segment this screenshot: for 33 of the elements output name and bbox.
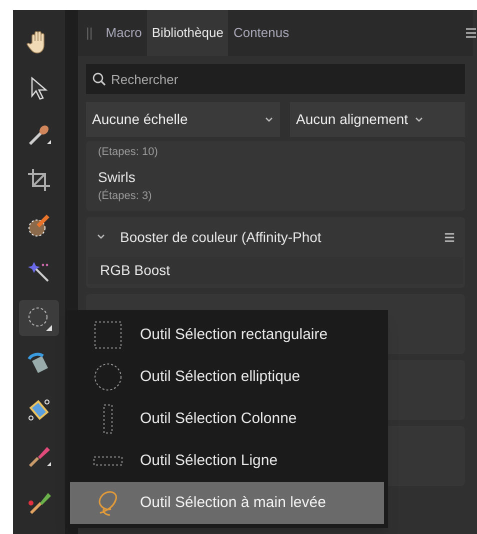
- menu-icon[interactable]: [465, 27, 477, 39]
- gradient-icon: [26, 397, 52, 423]
- chevron-down-icon: [264, 114, 274, 124]
- panel-tab[interactable]: Macro: [100, 10, 147, 56]
- crop-icon: [26, 167, 52, 193]
- category-title: Booster de couleur (Affinity-Phot: [120, 228, 322, 247]
- macro-steps: (Étapes: 3): [98, 188, 453, 204]
- ellipse-selection-icon: [92, 361, 124, 393]
- flyout-menu-item[interactable]: Outil Sélection à main levée: [70, 482, 384, 524]
- flyout-menu-item[interactable]: Outil Sélection rectangulaire: [70, 314, 384, 356]
- flyout-menu-item[interactable]: Outil Sélection Ligne: [70, 440, 384, 482]
- rectangle-selection-icon: [92, 319, 124, 351]
- chevron-down-icon: [414, 114, 424, 124]
- search-field[interactable]: Rechercher: [86, 64, 465, 94]
- panel-tab[interactable]: Contenus: [228, 10, 294, 56]
- tool-button[interactable]: [19, 300, 59, 336]
- macro-steps: (Etapes: 10): [98, 144, 453, 160]
- macro-name: RGB Boost: [100, 261, 172, 280]
- macro-item[interactable]: Swirls (Étapes: 3): [86, 164, 465, 207]
- panel-tab[interactable]: Bibliothèque: [146, 10, 228, 56]
- dropdown[interactable]: Aucune échelle: [86, 102, 280, 137]
- menu-icon[interactable]: [444, 232, 455, 242]
- category-header[interactable]: Booster de couleur (Affinity-Phot: [86, 217, 465, 257]
- row-selection-icon: [93, 456, 123, 466]
- flyout-menu-item[interactable]: Outil Sélection elliptique: [70, 356, 384, 398]
- selection-brush-icon: [26, 213, 52, 239]
- macro-item[interactable]: (Etapes: 10): [86, 141, 465, 164]
- column-selection-icon: [103, 404, 113, 434]
- dropdown[interactable]: Aucun alignement: [290, 102, 465, 137]
- flyout-menu-item[interactable]: Outil Sélection Colonne: [70, 398, 384, 440]
- ellipse-selection-icon: [26, 305, 52, 331]
- search-icon: [92, 72, 106, 86]
- macro-name: Swirls: [98, 168, 136, 186]
